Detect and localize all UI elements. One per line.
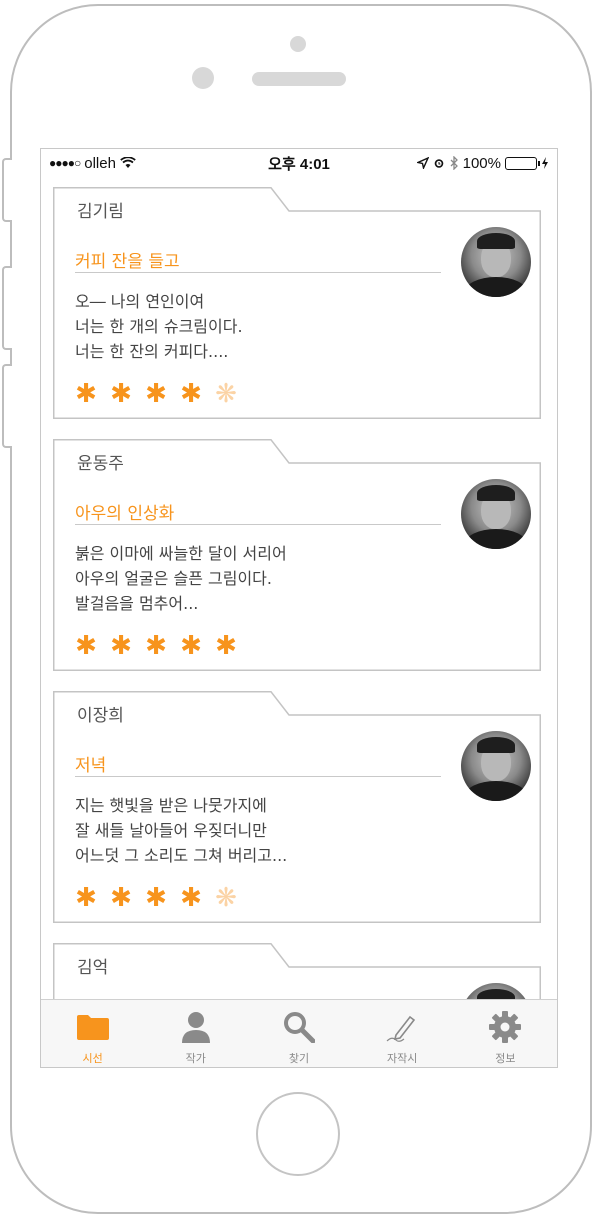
battery-percent: 100% — [462, 154, 501, 172]
tab-person[interactable]: 작가 — [144, 1000, 247, 1067]
star-filled-icon: ✱ — [180, 379, 202, 409]
front-camera — [290, 36, 306, 52]
tab-label: 자작시 — [387, 1052, 418, 1065]
proximity-sensor — [192, 67, 214, 89]
location-arrow-icon — [416, 157, 429, 169]
status-time: 오후 4:01 — [268, 155, 330, 173]
earpiece-speaker — [252, 72, 346, 86]
excerpt-line: 너는 한 개의 슈크림이다. — [75, 317, 243, 336]
star-empty-icon: ❋ — [215, 379, 237, 409]
star-filled-icon: ✱ — [180, 883, 202, 913]
battery-icon — [505, 156, 540, 170]
poet-portrait[interactable] — [461, 731, 531, 801]
status-bar: ●●●●○ olleh 오후 4:01 100% — [41, 149, 557, 177]
star-filled-icon: ✱ — [215, 631, 237, 661]
tab-label: 작가 — [185, 1052, 206, 1065]
excerpt-line: 아우의 얼굴은 슬픈 그림이다. — [75, 569, 272, 588]
tab-label: 정보 — [495, 1052, 516, 1065]
gear-icon — [488, 1010, 522, 1044]
excerpt-line: 발걸음을 멈추어... — [75, 594, 199, 613]
poet-name[interactable]: 이장희 — [77, 701, 124, 726]
star-filled-icon: ✱ — [145, 379, 167, 409]
carrier-name: olleh — [84, 154, 116, 172]
poem-title[interactable]: 커피 잔을 들고 — [75, 247, 441, 273]
star-filled-icon: ✱ — [145, 631, 167, 661]
rating-stars: ✱ ✱ ✱ ✱ ✱ — [75, 633, 237, 659]
poet-portrait[interactable] — [461, 479, 531, 549]
person-icon — [179, 1010, 213, 1044]
poem-card[interactable]: 김억 — [53, 943, 541, 999]
tab-label: 시선 — [82, 1052, 103, 1065]
poet-portrait[interactable] — [461, 227, 531, 297]
mute-switch — [2, 158, 12, 222]
bluetooth-icon — [450, 156, 458, 170]
volume-up-button — [2, 266, 12, 350]
star-filled-icon: ✱ — [145, 883, 167, 913]
poem-title[interactable]: 아우의 인상화 — [75, 499, 441, 525]
star-filled-icon: ✱ — [110, 379, 132, 409]
star-empty-icon: ❋ — [215, 883, 237, 913]
star-filled-icon: ✱ — [75, 883, 97, 913]
poem-excerpt: 붉은 이마에 싸늘한 달이 서리어아우의 얼굴은 슬픈 그림이다. 발걸음을 멈추… — [75, 541, 455, 616]
rating-stars: ✱ ✱ ✱ ✱ ❋ — [75, 885, 237, 911]
wifi-icon — [120, 157, 136, 168]
star-filled-icon: ✱ — [180, 631, 202, 661]
excerpt-line: 붉은 이마에 싸늘한 달이 서리어 — [75, 544, 287, 563]
excerpt-line: 지는 햇빛을 받은 나뭇가지에 — [75, 796, 267, 815]
poem-card[interactable]: 김기림커피 잔을 들고오― 나의 연인이여너는 한 개의 슈크림이다. 너는 한 … — [53, 187, 541, 419]
star-filled-icon: ✱ — [110, 883, 132, 913]
poem-card[interactable]: 윤동주아우의 인상화붉은 이마에 싸늘한 달이 서리어아우의 얼굴은 슬픈 그림… — [53, 439, 541, 671]
excerpt-line: 어느덧 그 소리도 그쳐 버리고... — [75, 846, 288, 865]
poem-card[interactable]: 이장희저녁지는 햇빛을 받은 나뭇가지에잘 새들 날아들어 우짖더니만어느덧 그… — [53, 691, 541, 923]
signal-strength-icon: ●●●●○ — [49, 156, 81, 170]
tab-label: 찾기 — [288, 1052, 310, 1065]
card-outline — [53, 943, 541, 999]
star-filled-icon: ✱ — [75, 379, 97, 409]
star-filled-icon: ✱ — [110, 631, 132, 661]
folder-icon — [76, 1010, 110, 1044]
poet-name[interactable]: 윤동주 — [77, 449, 124, 474]
rating-stars: ✱ ✱ ✱ ✱ ❋ — [75, 381, 237, 407]
excerpt-line: 너는 한 잔의 커피다.... — [75, 342, 229, 361]
star-filled-icon: ✱ — [75, 631, 97, 661]
pen-icon — [385, 1010, 419, 1044]
tab-gear[interactable]: 정보 — [454, 1000, 557, 1067]
bottom-tab-bar: 시선 작가 찾기 자작시 정보 — [41, 999, 557, 1067]
poem-title[interactable]: 저녁 — [75, 751, 441, 777]
poet-name[interactable]: 김억 — [77, 953, 108, 978]
poem-excerpt: 지는 햇빛을 받은 나뭇가지에잘 새들 날아들어 우짖더니만어느덧 그 소리도 … — [75, 793, 455, 868]
poem-feed[interactable]: 김기림커피 잔을 들고오― 나의 연인이여너는 한 개의 슈크림이다. 너는 한 … — [41, 177, 557, 999]
excerpt-line: 오― 나의 연인이여 — [75, 292, 205, 311]
excerpt-line: 잘 새들 날아들어 우짖더니만 — [75, 821, 267, 840]
poem-excerpt: 오― 나의 연인이여너는 한 개의 슈크림이다. 너는 한 잔의 커피다.... — [75, 289, 455, 364]
search-icon — [282, 1010, 316, 1044]
app-screen: ●●●●○ olleh 오후 4:01 100% 김기림커피 잔을 들고오― 나… — [40, 148, 558, 1068]
home-button[interactable] — [256, 1092, 340, 1176]
volume-down-button — [2, 364, 12, 448]
charging-bolt-icon — [542, 157, 548, 169]
tab-folder[interactable]: 시선 — [41, 1000, 144, 1067]
poet-name[interactable]: 김기림 — [77, 197, 124, 222]
tab-search[interactable]: 찾기 — [247, 1000, 350, 1067]
alarm-icon — [434, 159, 443, 168]
tab-pen[interactable]: 자작시 — [351, 1000, 454, 1067]
